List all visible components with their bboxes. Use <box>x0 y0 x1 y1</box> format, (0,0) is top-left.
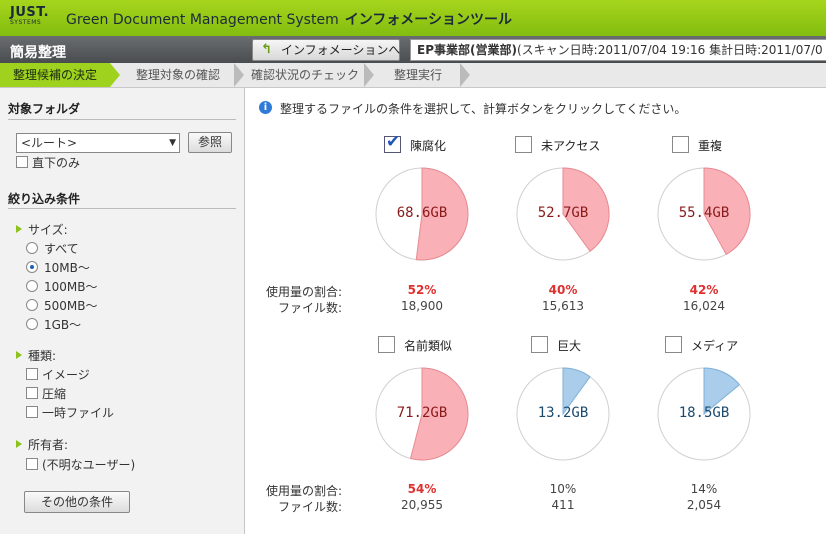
size-radio-10mb[interactable] <box>26 261 38 273</box>
size-title: サイズ: <box>28 223 68 237</box>
other-conditions-button[interactable]: その他の条件 <box>24 491 130 513</box>
step-arrow <box>234 63 244 87</box>
usage-ratio-label: 使用量の割合: <box>265 285 342 299</box>
bullet-triangle-icon <box>16 440 22 448</box>
justsystems-logo: JUST. SYSTEMS <box>10 5 50 26</box>
information-button-label: インフォメーションへ <box>281 43 401 57</box>
file-count-value: 20,955 <box>401 498 443 512</box>
step-decide-candidates[interactable]: 整理候補の決定 <box>0 63 110 87</box>
file-count-value: 15,613 <box>542 299 584 313</box>
info-icon: i <box>259 101 272 114</box>
folder-section-title: 対象フォルダ <box>8 102 81 116</box>
type-option-label: 一時ファイル <box>42 406 115 420</box>
category-checkbox[interactable] <box>672 136 689 153</box>
size-option-label: 100MB〜 <box>44 280 98 294</box>
category-label: 陳腐化 <box>410 139 447 153</box>
step-arrow <box>460 63 470 87</box>
type-checkbox-archive[interactable] <box>26 387 38 399</box>
step-label: 整理実行 <box>393 68 442 82</box>
usage-ratio-label: 使用量の割合: <box>265 484 342 498</box>
bullet-triangle-icon <box>16 351 22 359</box>
instruction-text: 整理するファイルの条件を選択して、計算ボタンをクリックしてください。 <box>280 102 687 116</box>
size-radio-1gb[interactable] <box>26 318 38 330</box>
usage-ratio-value: 52% <box>407 283 437 297</box>
category-label: 重複 <box>698 139 723 153</box>
size-radio-100mb[interactable] <box>26 280 38 292</box>
dropdown-arrow-icon: ▼ <box>169 138 176 148</box>
size-option-label: 10MB〜 <box>44 261 90 275</box>
size-option-label: 500MB〜 <box>44 299 98 313</box>
type-option-label: 圧縮 <box>42 387 67 401</box>
app-title-subtitle: インフォメーションツール <box>344 12 513 28</box>
scan-status: EP事業部(営業部)(スキャン日時:2011/07/04 19:16 集計日時:… <box>410 39 826 61</box>
usage-ratio-value: 10% <box>549 482 577 496</box>
scan-datetime: (スキャン日時:2011/07/04 19:16 集計日時:2011/07/0 <box>516 43 823 57</box>
size-radio-500mb[interactable] <box>26 299 38 311</box>
divider <box>8 119 236 120</box>
category-checkbox[interactable] <box>515 136 532 153</box>
type-checkbox-temp[interactable] <box>26 406 38 418</box>
category-checkbox[interactable] <box>531 336 548 353</box>
step-check-status[interactable]: 確認状況のチェック <box>246 63 364 87</box>
type-checkbox-image[interactable] <box>26 368 38 380</box>
step-label: 整理対象の確認 <box>135 68 220 82</box>
type-title: 種類: <box>28 349 57 363</box>
step-arrow <box>364 63 374 87</box>
usage-ratio-value: 42% <box>689 283 719 297</box>
file-count-value: 18,900 <box>401 299 443 313</box>
department-name: EP事業部(営業部) <box>417 43 517 57</box>
size-option-label: 1GB〜 <box>44 318 82 332</box>
file-count-value: 411 <box>551 498 575 512</box>
step-navigation: 整理候補の決定 整理対象の確認 確認状況のチェック 整理実行 <box>0 63 826 88</box>
file-count-value: 2,054 <box>686 498 722 512</box>
usage-ratio-value: 40% <box>548 283 578 297</box>
owner-option-label: (不明なユーザー) <box>42 458 136 472</box>
pie-size-label: 55.4GB <box>678 205 730 221</box>
pie-size-label: 71.2GB <box>396 405 448 421</box>
category-label: 未アクセス <box>541 139 601 153</box>
type-option-label: イメージ <box>42 368 90 382</box>
category-label: 巨大 <box>557 339 582 353</box>
information-button[interactable]: ↰ インフォメーションへ <box>252 39 400 61</box>
file-count-label: ファイル数: <box>277 500 342 514</box>
category-checkbox[interactable] <box>378 336 395 353</box>
pie-size-label: 13.2GB <box>537 405 589 421</box>
bullet-triangle-icon <box>16 225 22 233</box>
step-confirm-targets[interactable]: 整理対象の確認 <box>122 63 234 87</box>
filter-section-title: 絞り込み条件 <box>8 192 81 206</box>
sidebar: 対象フォルダ <ルート> ▼ 参照 直下のみ 絞り込み条件 サイズ: すべて 1… <box>0 88 245 534</box>
app-title-main: Green Document Management System <box>66 12 339 28</box>
step-label: 整理候補の決定 <box>12 68 97 82</box>
return-arrow-icon: ↰ <box>261 42 272 57</box>
pie-size-label: 52.7GB <box>537 205 589 221</box>
divider <box>8 208 236 209</box>
category-label: メディア <box>691 339 739 353</box>
category-label: 名前類似 <box>404 339 453 353</box>
folder-select-value: <ルート> <box>21 136 78 150</box>
size-radio-all[interactable] <box>26 242 38 254</box>
usage-ratio-value: 14% <box>690 482 718 496</box>
pie-size-label: 18.5GB <box>678 405 730 421</box>
file-count-value: 16,024 <box>683 299 725 313</box>
size-option-label: すべて <box>44 242 79 256</box>
checkmark-icon: ✔ <box>386 132 401 152</box>
app-header: JUST. SYSTEMS Green Document Management … <box>0 0 826 36</box>
direct-only-label: 直下のみ <box>32 156 81 170</box>
category-checkbox[interactable]: ✔ <box>384 132 401 153</box>
pie-size-label: 68.6GB <box>396 205 448 221</box>
step-label: 確認状況のチェック <box>250 68 359 82</box>
usage-ratio-value: 54% <box>407 482 437 496</box>
page-title: 簡易整理 <box>10 45 66 61</box>
owner-checkbox-unknown[interactable] <box>26 458 38 470</box>
step-execute[interactable]: 整理実行 <box>376 63 460 87</box>
folder-select[interactable]: <ルート> ▼ <box>16 133 180 153</box>
app-title: Green Document Management System インフォメーショ… <box>66 9 512 29</box>
category-checkbox[interactable] <box>665 336 682 353</box>
file-count-label: ファイル数: <box>277 301 342 315</box>
owner-title: 所有者: <box>28 438 69 452</box>
browse-button[interactable]: 参照 <box>188 132 232 153</box>
direct-only-checkbox[interactable] <box>16 156 28 168</box>
step-arrow <box>110 63 120 87</box>
